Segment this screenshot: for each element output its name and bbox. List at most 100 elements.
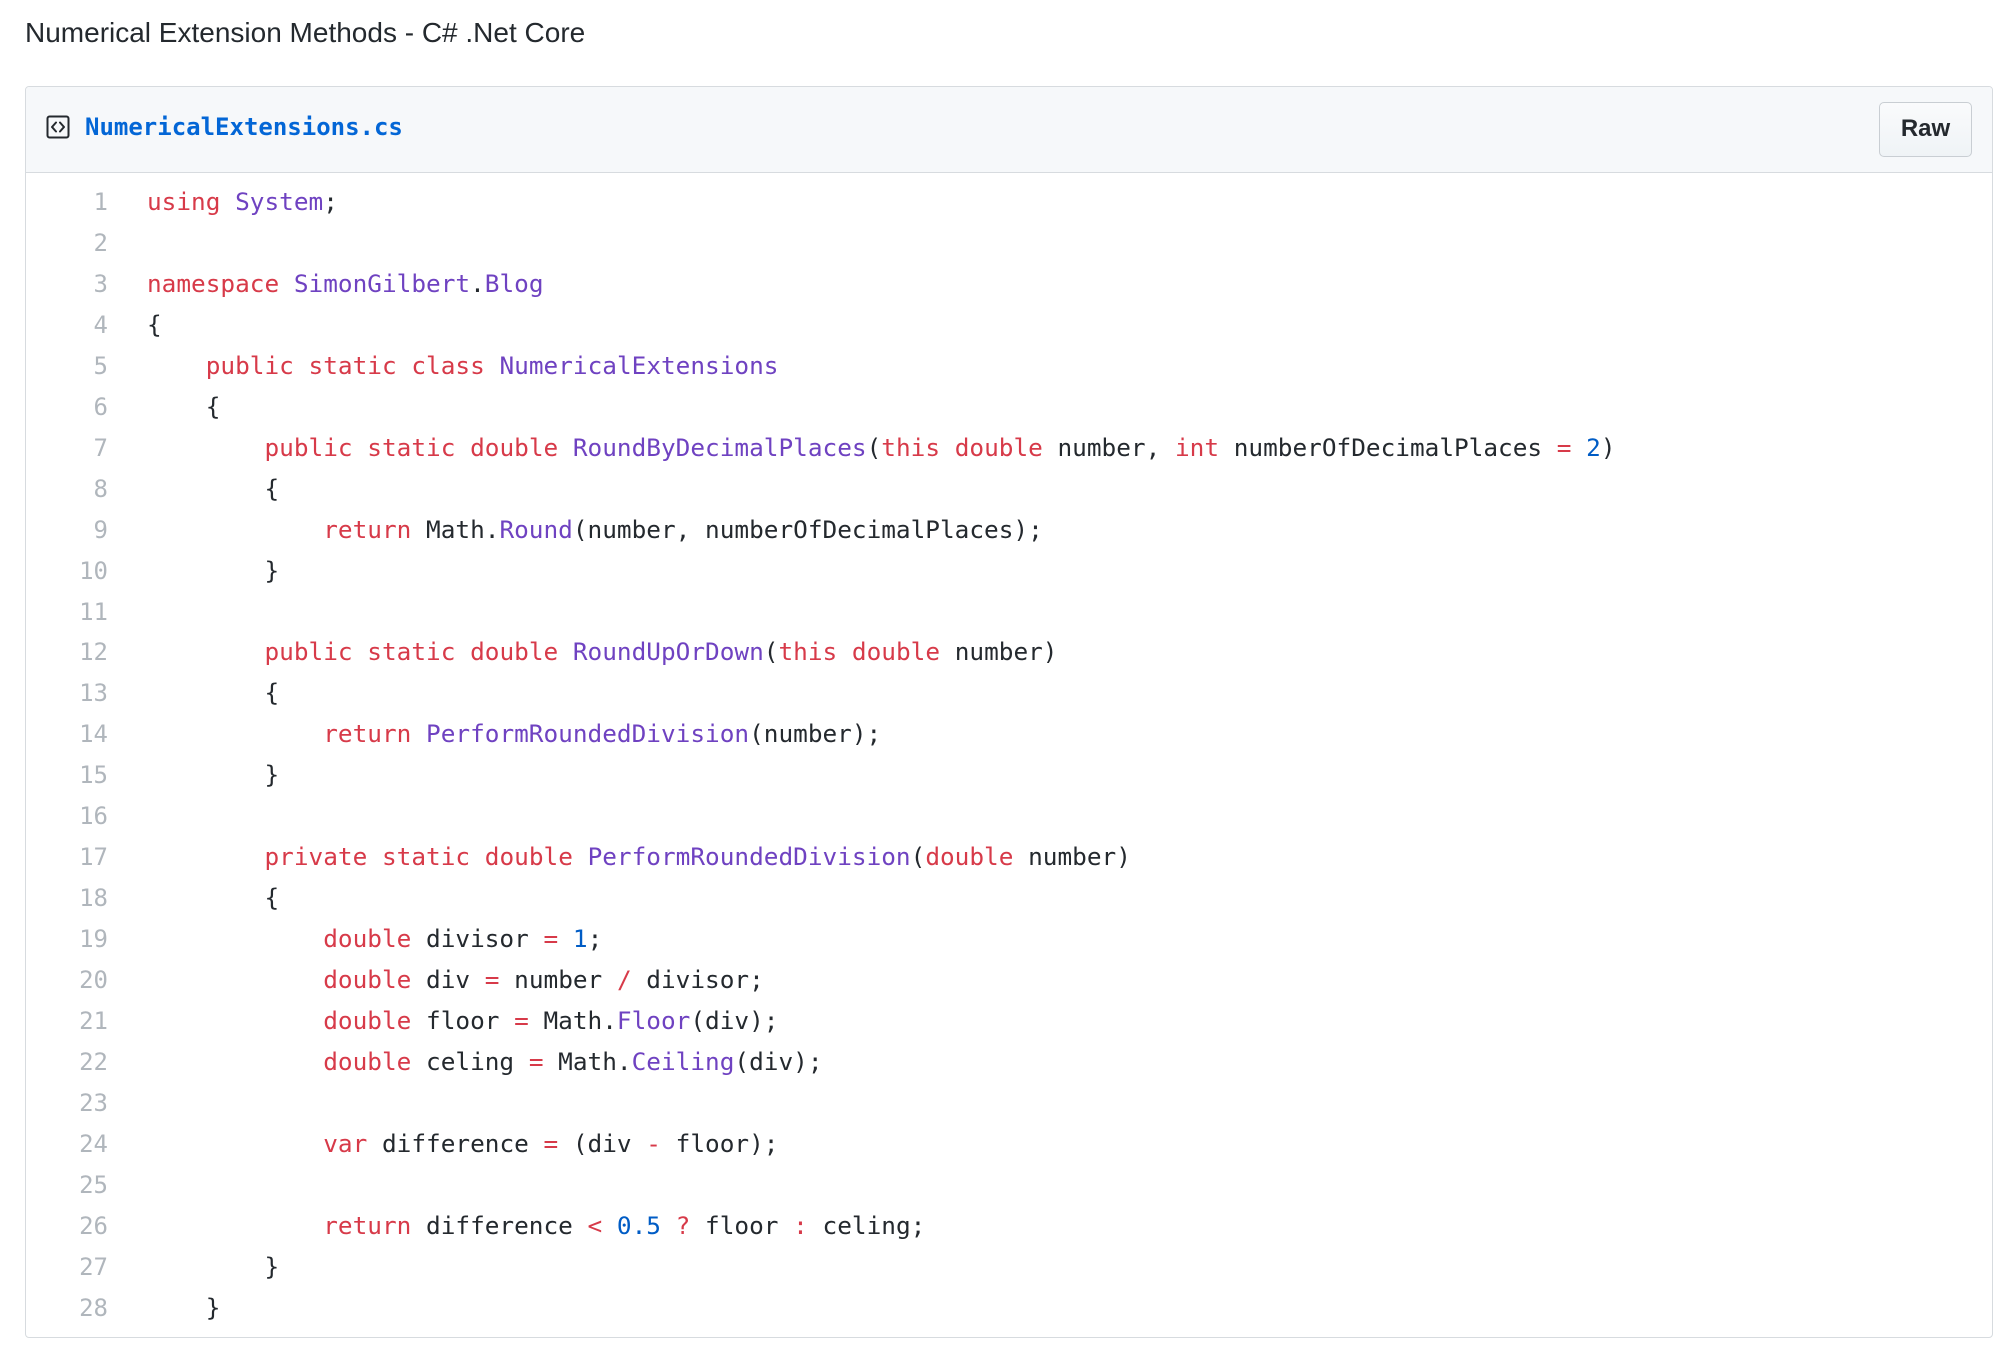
code-token: number xyxy=(499,965,617,995)
line-number[interactable]: 13 xyxy=(26,673,108,713)
code-token: . xyxy=(470,268,485,298)
line-number[interactable]: 9 xyxy=(26,510,108,550)
code-token: 2 xyxy=(1586,432,1601,462)
code-token: (number, numberOfDecimalPlaces); xyxy=(572,514,1043,544)
line-number[interactable]: 12 xyxy=(26,632,108,672)
line-number[interactable]: 6 xyxy=(26,387,108,427)
code-token: (div xyxy=(558,1128,647,1158)
code-line: 3 namespace SimonGilbert.Blog xyxy=(26,264,1992,304)
code-line: 8 { xyxy=(26,469,1992,509)
code-token: { xyxy=(147,883,280,913)
code-token: (div); xyxy=(690,1006,779,1035)
line-code: var difference = (div - floor); xyxy=(147,1124,778,1164)
code-token: ; xyxy=(323,187,338,216)
code-token: static xyxy=(367,637,456,667)
line-code: return difference < 0.5 ? floor : celing… xyxy=(147,1206,925,1246)
line-number[interactable]: 3 xyxy=(26,264,108,304)
code-token: Math. xyxy=(528,1006,617,1035)
code-line: 5 public static class NumericalExtension… xyxy=(26,346,1992,386)
line-number[interactable]: 19 xyxy=(26,919,108,959)
line-number[interactable]: 7 xyxy=(26,428,108,468)
code-token: this xyxy=(881,432,941,462)
line-number[interactable]: 8 xyxy=(26,469,108,509)
line-code: return Math.Round(number, numberOfDecima… xyxy=(147,510,1043,550)
line-number[interactable]: 16 xyxy=(26,796,108,836)
line-number[interactable]: 26 xyxy=(26,1206,108,1246)
line-code: { xyxy=(147,305,162,345)
code-token: : xyxy=(793,1210,808,1240)
file-name-link[interactable]: NumericalExtensions.cs xyxy=(85,111,403,143)
code-token: double xyxy=(323,924,412,954)
code-token: return xyxy=(323,514,412,544)
line-code: double celing = Math.Ceiling(div); xyxy=(147,1042,822,1082)
line-code: using System; xyxy=(147,182,338,222)
code-token: using xyxy=(147,187,221,216)
code-token: double xyxy=(323,965,412,995)
line-number[interactable]: 22 xyxy=(26,1042,108,1082)
code-token: numberOfDecimalPlaces xyxy=(1219,432,1557,462)
line-number[interactable]: 21 xyxy=(26,1001,108,1041)
code-line: 24 var difference = (div - floor); xyxy=(26,1124,1992,1164)
code-line: 21 double floor = Math.Floor(div); xyxy=(26,1001,1992,1041)
code-line: 13 { xyxy=(26,673,1992,713)
code-token: } xyxy=(147,1292,221,1322)
line-number[interactable]: 17 xyxy=(26,837,108,877)
line-number[interactable]: 15 xyxy=(26,755,108,795)
code-token: / xyxy=(616,965,632,995)
line-number[interactable]: 25 xyxy=(26,1165,108,1205)
line-number[interactable]: 18 xyxy=(26,878,108,918)
code-token: double xyxy=(851,637,941,667)
line-number[interactable]: 4 xyxy=(26,305,108,345)
line-number[interactable]: 1 xyxy=(26,182,108,222)
code-token: double xyxy=(470,637,559,667)
line-number[interactable]: 20 xyxy=(26,960,108,1000)
code-token: = xyxy=(514,1006,529,1035)
code-token: Ceiling xyxy=(631,1046,735,1076)
line-number[interactable]: 10 xyxy=(26,551,108,591)
code-token: = xyxy=(543,924,559,954)
code-token: } xyxy=(147,1334,162,1337)
code-token: ) xyxy=(1600,432,1616,462)
line-number[interactable]: 27 xyxy=(26,1247,108,1287)
code-token: this xyxy=(778,637,838,667)
line-number[interactable]: 24 xyxy=(26,1124,108,1164)
code-token: static xyxy=(367,432,456,462)
line-number[interactable]: 5 xyxy=(26,346,108,386)
code-line: 16 xyxy=(26,796,1992,836)
code-token: } xyxy=(147,760,280,790)
code-token: PerformRoundedDivision xyxy=(426,719,750,749)
line-number[interactable]: 23 xyxy=(26,1083,108,1123)
line-number[interactable]: 14 xyxy=(26,714,108,754)
line-code: double div = number / divisor; xyxy=(147,960,764,1000)
line-code: } xyxy=(147,1247,279,1287)
code-token: ? xyxy=(675,1210,691,1240)
line-code: double floor = Math.Floor(div); xyxy=(147,1001,778,1041)
line-number[interactable]: 28 xyxy=(26,1288,108,1328)
line-number[interactable]: 2 xyxy=(26,223,108,263)
code-token: floor); xyxy=(660,1128,779,1158)
code-token: public xyxy=(205,350,294,380)
line-number[interactable]: 11 xyxy=(26,592,108,632)
code-token: celing; xyxy=(807,1210,926,1240)
raw-button[interactable]: Raw xyxy=(1879,102,1972,157)
code-token: Round xyxy=(499,514,573,544)
code-line: 11 xyxy=(26,592,1992,632)
line-number[interactable]: 29 xyxy=(26,1329,108,1337)
code-token: difference xyxy=(367,1128,544,1158)
code-line: 26 return difference < 0.5 ? floor : cel… xyxy=(26,1206,1992,1246)
line-code: } xyxy=(147,1329,162,1337)
code-token: ( xyxy=(763,637,779,667)
code-token: } xyxy=(147,1251,280,1281)
